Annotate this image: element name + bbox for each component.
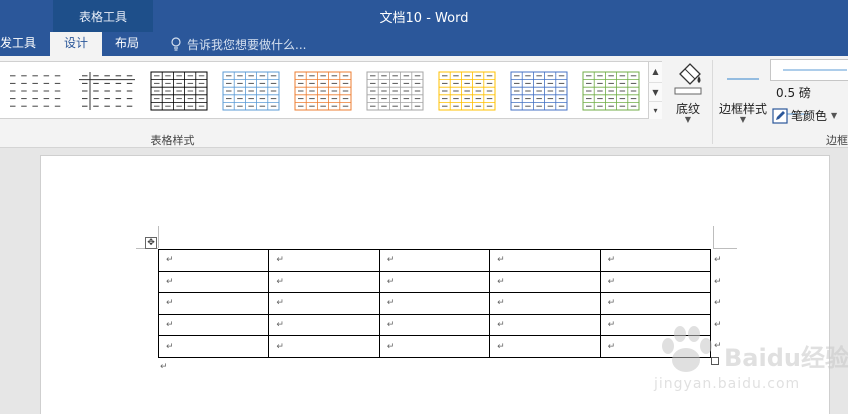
table-cell[interactable]: ↵ <box>599 292 712 315</box>
line-weight-value: 0.5 磅 <box>776 86 811 100</box>
chevron-down-icon: ▼ <box>739 115 747 124</box>
table-row: ↵ ↵ ↵ ↵ ↵ <box>157 292 712 315</box>
table-cell[interactable]: ↵ <box>599 270 712 294</box>
paint-bucket-icon <box>674 63 702 95</box>
line-style-preview-icon <box>783 69 847 71</box>
table-cell[interactable]: ↵ <box>489 313 601 337</box>
gallery-scroll-up-icon[interactable]: ▲ <box>648 62 662 82</box>
margin-mark <box>713 226 714 248</box>
document-table[interactable]: ↵ ↵ ↵ ↵ ↵ ↵ ↵ ↵ ↵ ↵ ↵ ↵ ↵ ↵ ↵ ↵ ↵ ↵ ↵ ↵ ↵ ↵ ↵ ↵ ↵ <box>157 249 712 358</box>
gallery-scroll-down-icon[interactable]: ▼ <box>648 82 662 101</box>
table-cell[interactable]: ↵ <box>268 335 380 358</box>
table-cell[interactable]: ↵ <box>378 270 491 294</box>
table-style-grid-gray[interactable] <box>366 71 424 111</box>
table-cell[interactable]: ↵ <box>268 313 380 337</box>
table-cell[interactable]: ↵ <box>268 270 380 294</box>
table-cell[interactable]: ↵ <box>489 249 601 272</box>
table-row: ↵ ↵ ↵ ↵ ↵ <box>157 313 712 337</box>
paragraph-mark: ↵ <box>160 362 168 372</box>
group-separator <box>712 60 713 144</box>
table-cell[interactable]: ↵ <box>489 292 601 315</box>
table-cell[interactable]: ↵ <box>378 313 491 337</box>
table-styles-group-label: 表格样式 <box>150 134 195 147</box>
table-styles-gallery: ▲ ▼ ▾ <box>0 61 662 119</box>
chevron-down-icon: ▼ <box>684 115 692 124</box>
tell-me-search[interactable]: 告诉我您想要做什么... <box>170 32 306 56</box>
table-row: ↵ ↵ ↵ ↵ ↵ <box>157 249 712 272</box>
chevron-down-icon: ▼ <box>831 111 838 120</box>
tab-developer[interactable]: 发工具 <box>0 32 44 56</box>
shading-button[interactable]: 底纹 ▼ <box>667 60 709 130</box>
table-cell[interactable]: ↵ <box>378 292 491 315</box>
table-cell[interactable]: ↵ <box>268 292 380 315</box>
gallery-more-icon[interactable]: ▾ <box>648 101 662 119</box>
border-line-icon <box>727 78 759 80</box>
watermark-brand: Baidu经验 <box>724 344 848 372</box>
table-cell[interactable]: ↵ <box>268 249 380 272</box>
line-weight-dropdown[interactable]: 0.5 磅 <box>770 83 848 114</box>
paw-logo-icon <box>662 326 712 372</box>
table-style-grid-gold[interactable] <box>438 71 496 111</box>
baidu-watermark: Baidu经验 jingyan.baidu.com <box>640 318 848 408</box>
tab-layout[interactable]: 布局 <box>107 32 147 56</box>
table-cell[interactable]: ↵ <box>489 270 601 294</box>
table-cell[interactable]: ↵ <box>378 335 491 358</box>
table-style-table-grid-light[interactable] <box>78 71 136 111</box>
table-cell[interactable]: ↵ <box>378 249 491 272</box>
watermark-url: jingyan.baidu.com <box>654 376 801 392</box>
margin-mark <box>713 248 737 249</box>
table-style-grid-green[interactable] <box>582 71 640 111</box>
row-end-mark: ↵ <box>714 276 722 287</box>
document-title: 文档10 - Word <box>379 11 469 26</box>
table-cell[interactable]: ↵ <box>157 249 270 272</box>
table-style-grid-orange[interactable] <box>294 71 352 111</box>
borders-group-label: 边框 <box>826 134 848 147</box>
table-move-handle-icon[interactable]: ✥ <box>145 237 157 249</box>
line-style-dropdown[interactable] <box>770 59 848 81</box>
table-cell[interactable]: ↵ <box>157 335 270 358</box>
table-style-grid-blue[interactable] <box>222 71 280 111</box>
row-end-mark: ↵ <box>714 298 722 309</box>
title-bar: 表格工具 文档10 - Word <box>0 0 848 32</box>
table-cell[interactable]: ↵ <box>157 292 270 315</box>
table-cell[interactable]: ↵ <box>489 335 601 358</box>
border-styles-button[interactable]: 边框样式 ▼ <box>716 60 770 130</box>
ribbon-tab-row: 发工具 设计 布局 告诉我您想要做什么... <box>0 32 848 56</box>
tell-me-placeholder: 告诉我您想要做什么... <box>187 37 307 52</box>
table-cell[interactable]: ↵ <box>157 270 270 294</box>
table-row: ↵ ↵ ↵ ↵ ↵ <box>157 270 712 294</box>
row-end-mark: ↵ <box>714 255 722 265</box>
lightbulb-icon <box>171 37 181 51</box>
table-style-plain-table[interactable] <box>6 71 64 111</box>
table-style-grid-dark-blue[interactable] <box>510 71 568 111</box>
table-cell[interactable]: ↵ <box>157 313 270 337</box>
pen-color-label: 笔颜色 <box>791 109 828 123</box>
table-style-table-grid[interactable] <box>150 71 208 111</box>
table-row: ↵ ↵ ↵ ↵ ↵ <box>157 335 712 358</box>
pen-icon <box>772 108 788 124</box>
margin-mark <box>158 226 159 248</box>
tab-design[interactable]: 设计 <box>50 32 102 56</box>
pen-color-button[interactable]: 笔颜色 ▼ <box>772 106 848 126</box>
ribbon: ▲ ▼ ▾ 表格样式 底纹 ▼ 边框样式 ▼ 0.5 磅 笔颜色 ▼ 边框 <box>0 56 848 148</box>
table-cell[interactable]: ↵ <box>599 249 712 272</box>
